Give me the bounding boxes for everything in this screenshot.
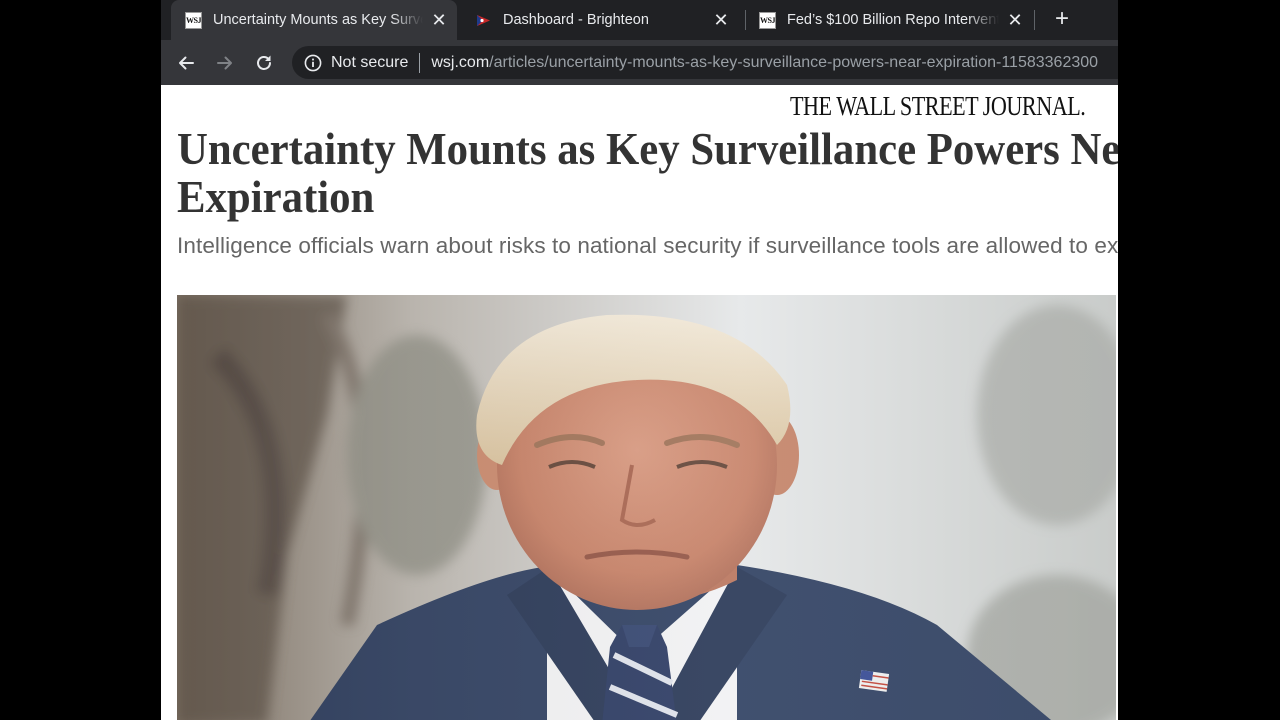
article-lead-photo[interactable] [177, 295, 1116, 720]
browser-window: WSJ Uncertainty Mounts as Key Surveillan… [161, 0, 1118, 720]
omnibox-divider [419, 52, 421, 73]
toolbar: Not secure wsj.com/articles/uncertainty-… [161, 40, 1118, 85]
close-icon[interactable]: ✕ [713, 11, 729, 29]
tab-strip: WSJ Uncertainty Mounts as Key Surveillan… [161, 0, 1118, 40]
forward-button[interactable] [211, 49, 239, 77]
article-headline: Uncertainty Mounts as Key Surveillance P… [177, 125, 1118, 221]
url-host: wsj.com [431, 53, 490, 71]
url-text[interactable]: wsj.com/articles/uncertainty-mounts-as-k… [431, 54, 1098, 72]
back-arrow-icon [179, 56, 194, 70]
page-content: THE WALL STREET JOURNAL. Uncertainty Mou… [161, 85, 1118, 720]
tab-wsj-repo[interactable]: WSJ Fed’s $100 Billion Repo Intervention… [747, 0, 1033, 40]
wsj-favicon-icon: WSJ [759, 11, 776, 29]
tab-title: Uncertainty Mounts as Key Surveillance P… [213, 12, 423, 28]
close-icon[interactable]: ✕ [431, 11, 447, 29]
new-tab-button[interactable]: + [1049, 6, 1075, 32]
tab-wsj-surveillance[interactable]: WSJ Uncertainty Mounts as Key Surveillan… [171, 0, 457, 40]
brighteon-favicon-icon [475, 12, 492, 29]
tab-separator [1034, 10, 1035, 30]
headline-line-1: Uncertainty Mounts as Key Surveillance P… [177, 123, 1118, 174]
plus-icon: + [1054, 5, 1069, 32]
tab-separator [745, 10, 746, 30]
tab-brighteon-dashboard[interactable]: Dashboard - Brighteon ✕ [457, 0, 739, 40]
wsj-masthead-logo[interactable]: THE WALL STREET JOURNAL. [790, 91, 1086, 122]
url-path: /articles/uncertainty-mounts-as-key-surv… [489, 53, 1099, 71]
reload-icon [257, 55, 271, 70]
headline-line-2: Expiration [177, 171, 375, 222]
forward-arrow-icon [217, 56, 232, 70]
address-bar[interactable]: Not secure wsj.com/articles/uncertainty-… [292, 46, 1118, 79]
reload-button[interactable] [250, 49, 278, 77]
article-dek: Intelligence officials warn about risks … [177, 233, 1118, 258]
security-status-label[interactable]: Not secure [331, 54, 408, 72]
tab-title: Dashboard - Brighteon [503, 12, 649, 28]
wsj-favicon-icon: WSJ [185, 11, 202, 29]
back-button[interactable] [172, 49, 200, 77]
close-icon[interactable]: ✕ [1007, 11, 1023, 29]
info-icon[interactable] [304, 54, 322, 72]
tab-title: Fed’s $100 Billion Repo Intervention [787, 12, 999, 28]
